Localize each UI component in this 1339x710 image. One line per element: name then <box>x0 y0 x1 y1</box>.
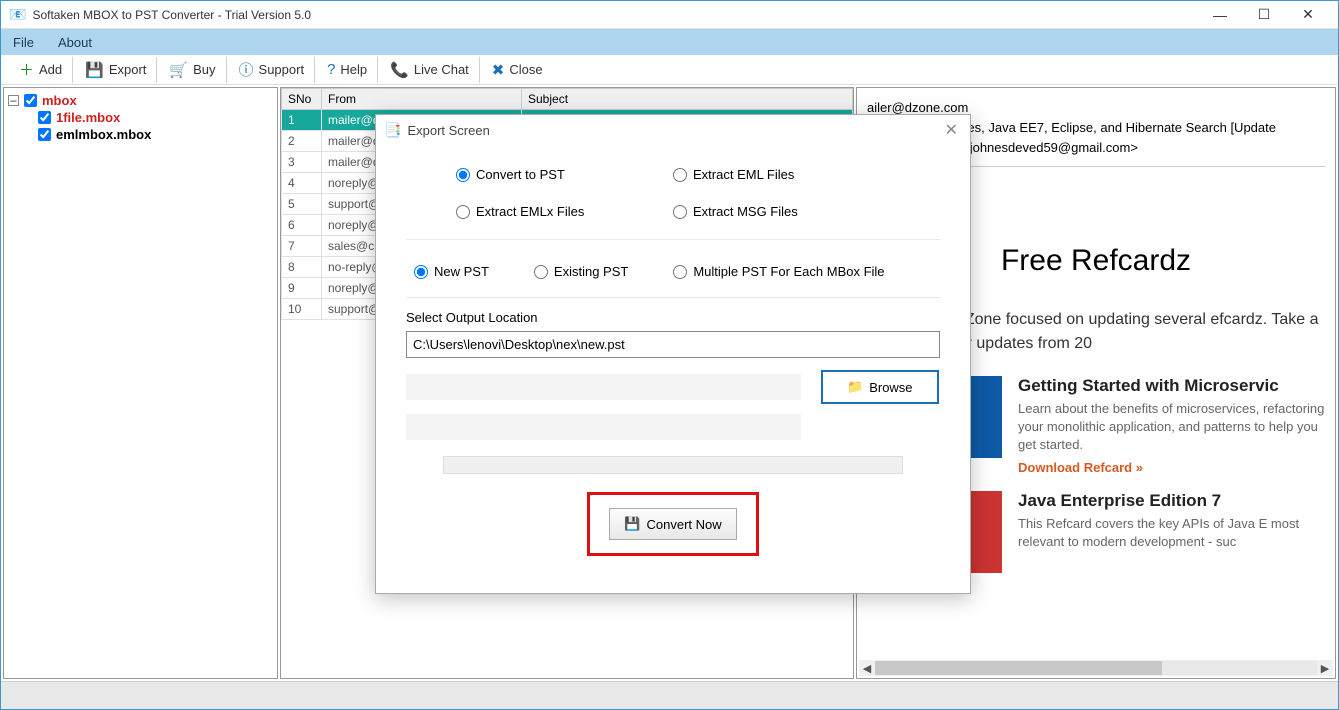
tree-item[interactable]: 1file.mbox <box>8 109 273 126</box>
card-title: Java Enterprise Edition 7 <box>1018 491 1325 511</box>
card-desc: Learn about the benefits of microservice… <box>1018 400 1325 455</box>
tree-item-label: 1file.mbox <box>56 110 120 125</box>
convert-now-button[interactable]: 💾Convert Now <box>609 508 736 540</box>
tree-item-label: emlmbox.mbox <box>56 127 151 142</box>
minimize-button[interactable]: — <box>1198 1 1242 29</box>
horizontal-scrollbar[interactable]: ◀ ▶ <box>859 660 1333 676</box>
folder-icon: 📁 <box>847 379 863 395</box>
help-label: Help <box>340 62 367 77</box>
save-icon: 💾 <box>624 516 640 532</box>
tree-item[interactable]: emlmbox.mbox <box>8 126 273 143</box>
support-button[interactable]: ⓘ Support <box>229 57 316 83</box>
radio-extract-eml[interactable]: Extract EML Files <box>673 167 890 182</box>
buy-button[interactable]: 🛒 Buy <box>159 57 226 83</box>
tree-root[interactable]: − mbox <box>8 92 273 109</box>
menu-file[interactable]: File <box>13 35 34 50</box>
support-icon: ⓘ <box>239 59 254 80</box>
phone-icon: 📞 <box>390 61 409 79</box>
export-dialog: 📑 Export Screen ✕ Convert to PST Extract… <box>375 114 971 594</box>
cart-icon: 🛒 <box>169 61 188 79</box>
progress-placeholder <box>406 374 801 400</box>
toolbar: ＋ Add 💾 Export 🛒 Buy ⓘ Support ? Help 📞 Live C… <box>1 55 1338 85</box>
maximize-button[interactable]: ☐ <box>1242 1 1286 29</box>
col-sno[interactable]: SNo <box>282 89 322 110</box>
add-label: Add <box>39 62 62 77</box>
card-desc: This Refcard covers the key APIs of Java… <box>1018 515 1325 551</box>
dialog-icon: 📑 <box>384 122 401 139</box>
radio-multiple-pst[interactable]: Multiple PST For Each MBox File <box>673 264 884 279</box>
close-window-button[interactable]: ✕ <box>1286 1 1330 29</box>
menu-bar: File About <box>1 29 1338 55</box>
radio-extract-msg[interactable]: Extract MSG Files <box>673 204 890 219</box>
export-button[interactable]: 💾 Export <box>75 57 157 83</box>
close-label: Close <box>509 62 542 77</box>
tree-item-checkbox[interactable] <box>38 111 51 124</box>
export-label: Export <box>109 62 147 77</box>
title-bar: 📧 Softaken MBOX to PST Converter - Trial… <box>1 1 1338 29</box>
radio-convert-pst[interactable]: Convert to PST <box>456 167 673 182</box>
card-title: Getting Started with Microservic <box>1018 376 1325 396</box>
progress-bar <box>443 456 903 474</box>
window-title: Softaken MBOX to PST Converter - Trial V… <box>32 8 1198 22</box>
dialog-title: Export Screen <box>407 123 940 138</box>
progress-placeholder <box>406 414 801 440</box>
status-bar <box>1 681 1338 709</box>
close-button[interactable]: ✖ Close <box>482 57 553 83</box>
browse-button[interactable]: 📁Browse <box>821 370 939 404</box>
radio-existing-pst[interactable]: Existing PST <box>534 264 628 279</box>
scroll-left-icon[interactable]: ◀ <box>859 662 875 675</box>
livechat-button[interactable]: 📞 Live Chat <box>380 57 480 83</box>
tree-root-label: mbox <box>42 93 77 108</box>
plus-icon: ＋ <box>19 59 34 80</box>
help-icon: ? <box>327 61 335 78</box>
buy-label: Buy <box>193 62 215 77</box>
output-location-label: Select Output Location <box>406 310 940 325</box>
app-icon: 📧 <box>9 6 26 23</box>
col-subject[interactable]: Subject <box>522 89 853 110</box>
help-button[interactable]: ? Help <box>317 57 378 83</box>
radio-new-pst[interactable]: New PST <box>414 264 489 279</box>
dialog-close-button[interactable]: ✕ <box>941 120 962 140</box>
convert-highlight: 💾Convert Now <box>587 492 759 556</box>
add-button[interactable]: ＋ Add <box>9 57 73 83</box>
scrollbar-thumb[interactable] <box>875 661 1162 675</box>
close-icon: ✖ <box>492 61 505 79</box>
tree-root-checkbox[interactable] <box>24 94 37 107</box>
save-icon: 💾 <box>85 61 104 79</box>
dialog-titlebar: 📑 Export Screen ✕ <box>376 115 970 145</box>
radio-extract-emlx[interactable]: Extract EMLx Files <box>456 204 673 219</box>
folder-tree: − mbox 1file.mbox emlmbox.mbox <box>3 87 278 679</box>
download-link[interactable]: Download Refcard » <box>1018 460 1143 475</box>
tree-item-checkbox[interactable] <box>38 128 51 141</box>
collapse-icon[interactable]: − <box>8 95 19 106</box>
support-label: Support <box>259 62 305 77</box>
menu-about[interactable]: About <box>58 35 92 50</box>
col-from[interactable]: From <box>322 89 522 110</box>
livechat-label: Live Chat <box>414 62 469 77</box>
scroll-right-icon[interactable]: ▶ <box>1317 662 1333 675</box>
output-path-input[interactable] <box>406 331 940 358</box>
